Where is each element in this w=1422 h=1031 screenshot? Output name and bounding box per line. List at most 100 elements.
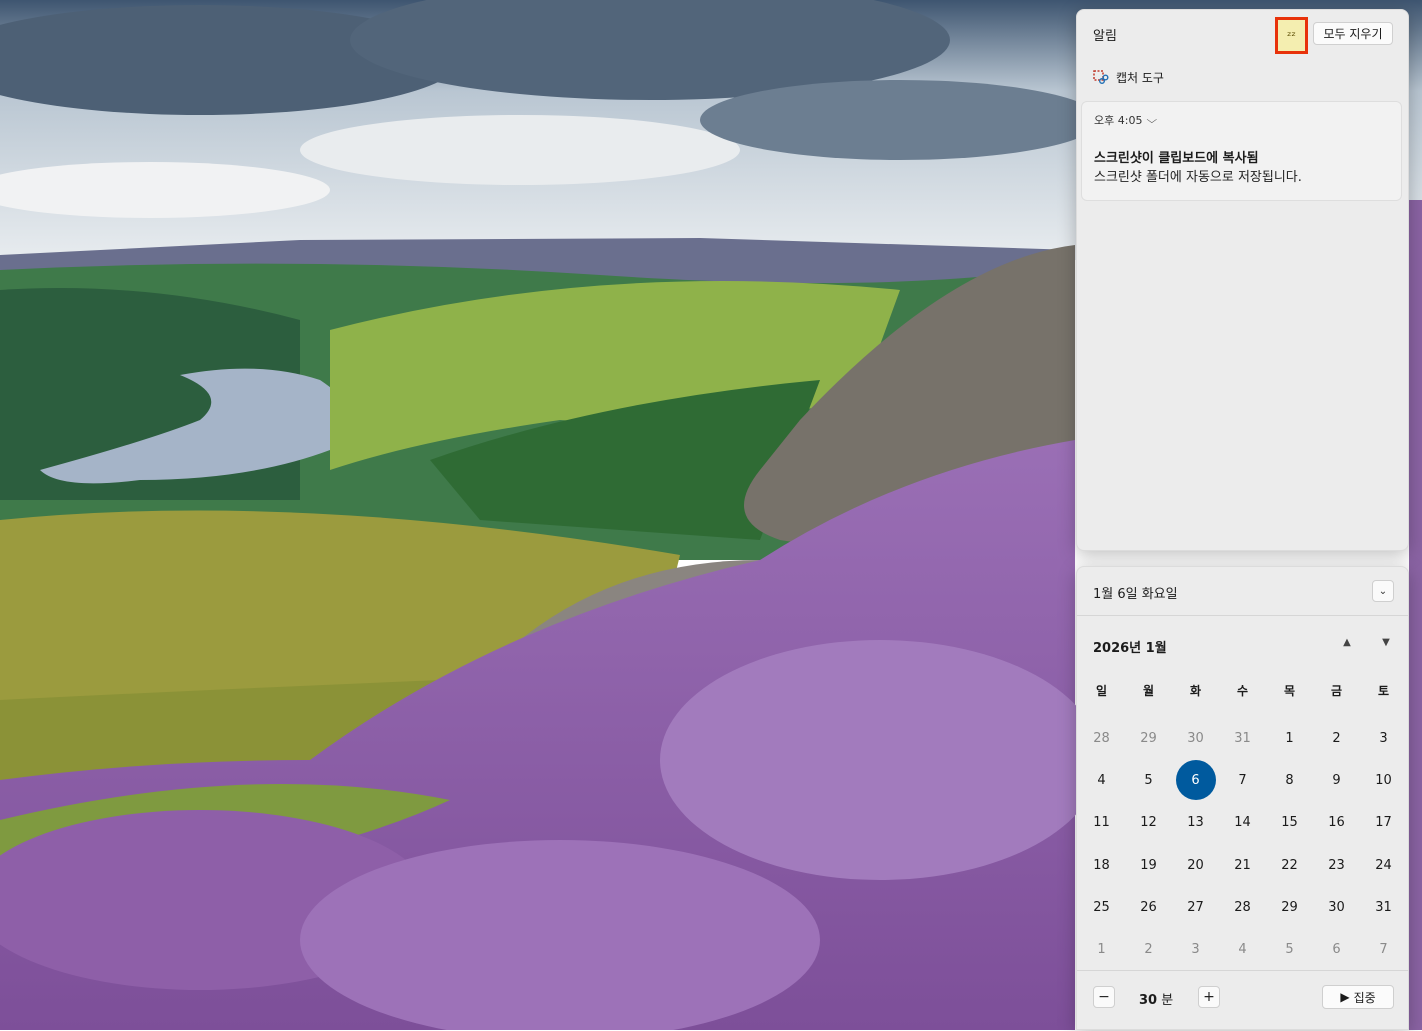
calendar-day-number: 15 bbox=[1281, 815, 1298, 831]
calendar-day[interactable]: 1 bbox=[1078, 928, 1125, 970]
collapse-calendar-button[interactable]: ⌄ bbox=[1372, 580, 1394, 602]
calendar-day[interactable]: 6 bbox=[1313, 928, 1360, 970]
calendar-day[interactable]: 23 bbox=[1313, 844, 1360, 886]
calendar-day-today[interactable]: 6 bbox=[1172, 759, 1219, 801]
next-month-button[interactable]: ▼ bbox=[1379, 637, 1393, 648]
calendar-day-number: 30 bbox=[1328, 899, 1345, 915]
app-group-header[interactable]: 캡처 도구 bbox=[1093, 69, 1164, 86]
calendar-day-number: 20 bbox=[1187, 857, 1204, 873]
calendar-day[interactable]: 18 bbox=[1078, 844, 1125, 886]
current-date-label: 1월 6일 화요일 bbox=[1093, 587, 1178, 602]
calendar-day[interactable]: 3 bbox=[1360, 717, 1407, 759]
calendar-day-number: 5 bbox=[1144, 772, 1153, 788]
decrease-focus-button[interactable]: − bbox=[1093, 986, 1115, 1008]
calendar-day[interactable]: 19 bbox=[1125, 844, 1172, 886]
calendar-day[interactable]: 9 bbox=[1313, 759, 1360, 801]
calendar-day-number: 27 bbox=[1187, 899, 1204, 915]
calendar-day-number: 13 bbox=[1187, 815, 1204, 831]
weekday-label: 월 bbox=[1142, 684, 1155, 698]
notification-body: 스크린샷 폴더에 자동으로 저장됩니다. bbox=[1094, 170, 1302, 185]
calendar-day[interactable]: 15 bbox=[1266, 802, 1313, 844]
calendar-day-number: 14 bbox=[1234, 815, 1251, 831]
calendar-day[interactable]: 2 bbox=[1313, 717, 1360, 759]
focus-minutes: 30 bbox=[1139, 993, 1158, 1008]
calendar-day[interactable]: 12 bbox=[1125, 802, 1172, 844]
calendar-day-number: 7 bbox=[1238, 772, 1247, 788]
focus-session-bar: − 30 분 + ▶ 집중 bbox=[1077, 970, 1408, 1031]
calendar-day-number: 11 bbox=[1093, 815, 1110, 831]
calendar-day[interactable]: 17 bbox=[1360, 802, 1407, 844]
calendar-day-number: 2 bbox=[1332, 730, 1341, 746]
start-focus-label: 집중 bbox=[1353, 990, 1376, 1005]
dnd-zz-icon: ᶻᶻ bbox=[1287, 28, 1296, 43]
calendar-day[interactable]: 3 bbox=[1172, 928, 1219, 970]
calendar-day[interactable]: 7 bbox=[1360, 928, 1407, 970]
chevron-down-icon: ⌵ bbox=[1146, 114, 1158, 126]
calendar-day[interactable]: 14 bbox=[1219, 802, 1266, 844]
calendar-day[interactable]: 27 bbox=[1172, 886, 1219, 928]
calendar-day[interactable]: 30 bbox=[1172, 717, 1219, 759]
calendar-day-number: 17 bbox=[1375, 815, 1392, 831]
calendar-day-number: 29 bbox=[1281, 899, 1298, 915]
notification-card[interactable]: 오후 4:05 ⌵ 스크린샷이 클립보드에 복사됨 스크린샷 폴더에 자동으로 … bbox=[1081, 101, 1402, 201]
calendar-day-number: 3 bbox=[1379, 730, 1388, 746]
calendar-day[interactable]: 31 bbox=[1219, 717, 1266, 759]
play-icon: ▶ bbox=[1340, 990, 1350, 1004]
increase-focus-button[interactable]: + bbox=[1198, 986, 1220, 1008]
triangle-down-icon: ▼ bbox=[1382, 637, 1390, 648]
weekday-label: 일 bbox=[1095, 684, 1108, 698]
calendar-day[interactable]: 2 bbox=[1125, 928, 1172, 970]
calendar-day[interactable]: 11 bbox=[1078, 802, 1125, 844]
calendar-day-number: 21 bbox=[1234, 857, 1251, 873]
weekday-label: 토 bbox=[1377, 684, 1390, 698]
calendar-day[interactable]: 4 bbox=[1219, 928, 1266, 970]
calendar-day[interactable]: 29 bbox=[1266, 886, 1313, 928]
calendar-day[interactable]: 5 bbox=[1125, 759, 1172, 801]
calendar-day[interactable]: 28 bbox=[1219, 886, 1266, 928]
calendar-day-number: 28 bbox=[1093, 730, 1110, 746]
calendar-day-number: 28 bbox=[1234, 899, 1251, 915]
start-focus-button[interactable]: ▶ 집중 bbox=[1322, 985, 1394, 1009]
calendar-day[interactable]: 7 bbox=[1219, 759, 1266, 801]
calendar-day-number: 3 bbox=[1191, 942, 1200, 958]
calendar-day-number: 1 bbox=[1097, 942, 1106, 958]
weekday-label: 목 bbox=[1283, 684, 1296, 698]
calendar-day[interactable]: 13 bbox=[1172, 802, 1219, 844]
calendar-day-number: 31 bbox=[1375, 899, 1392, 915]
clear-all-button[interactable]: 모두 지우기 bbox=[1313, 22, 1393, 45]
calendar-day[interactable]: 1 bbox=[1266, 717, 1313, 759]
month-label[interactable]: 2026년 1월 bbox=[1093, 637, 1167, 656]
calendar-day[interactable]: 20 bbox=[1172, 844, 1219, 886]
calendar-day-number: 6 bbox=[1175, 760, 1216, 801]
do-not-disturb-button[interactable]: ᶻᶻ bbox=[1275, 17, 1308, 54]
calendar-day[interactable]: 30 bbox=[1313, 886, 1360, 928]
calendar-day[interactable]: 29 bbox=[1125, 717, 1172, 759]
calendar-day[interactable]: 25 bbox=[1078, 886, 1125, 928]
notifications-title: 알림 bbox=[1093, 29, 1117, 44]
calendar-day[interactable]: 5 bbox=[1266, 928, 1313, 970]
calendar-day[interactable]: 4 bbox=[1078, 759, 1125, 801]
calendar-day[interactable]: 22 bbox=[1266, 844, 1313, 886]
snipping-tool-icon bbox=[1093, 69, 1109, 86]
calendar-day[interactable]: 31 bbox=[1360, 886, 1407, 928]
calendar-day-number: 6 bbox=[1332, 942, 1341, 958]
calendar-day[interactable]: 26 bbox=[1125, 886, 1172, 928]
calendar-day[interactable]: 21 bbox=[1219, 844, 1266, 886]
calendar-day-number: 9 bbox=[1332, 772, 1341, 788]
calendar-day-number: 18 bbox=[1093, 857, 1110, 873]
notification-title: 스크린샷이 클립보드에 복사됨 bbox=[1094, 151, 1259, 166]
calendar-day-number: 24 bbox=[1375, 857, 1392, 873]
calendar-day-number: 22 bbox=[1281, 857, 1298, 873]
calendar-day[interactable]: 24 bbox=[1360, 844, 1407, 886]
notification-time-toggle[interactable]: 오후 4:05 ⌵ bbox=[1094, 112, 1158, 128]
calendar-day[interactable]: 16 bbox=[1313, 802, 1360, 844]
calendar-day[interactable]: 10 bbox=[1360, 759, 1407, 801]
calendar-day[interactable]: 8 bbox=[1266, 759, 1313, 801]
focus-unit: 분 bbox=[1161, 993, 1174, 1008]
previous-month-button[interactable]: ▲ bbox=[1340, 637, 1354, 648]
calendar-day[interactable]: 28 bbox=[1078, 717, 1125, 759]
calendar-day-number: 4 bbox=[1097, 772, 1106, 788]
calendar-day-number: 8 bbox=[1285, 772, 1294, 788]
plus-icon: + bbox=[1203, 989, 1215, 1005]
focus-duration: 30 분 bbox=[1139, 989, 1173, 1008]
